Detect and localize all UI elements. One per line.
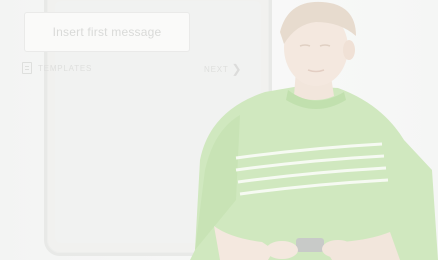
fade-overlay: [0, 0, 438, 260]
promo-scene: Insert first message TEMPLATES NEXT ❯: [0, 0, 438, 260]
